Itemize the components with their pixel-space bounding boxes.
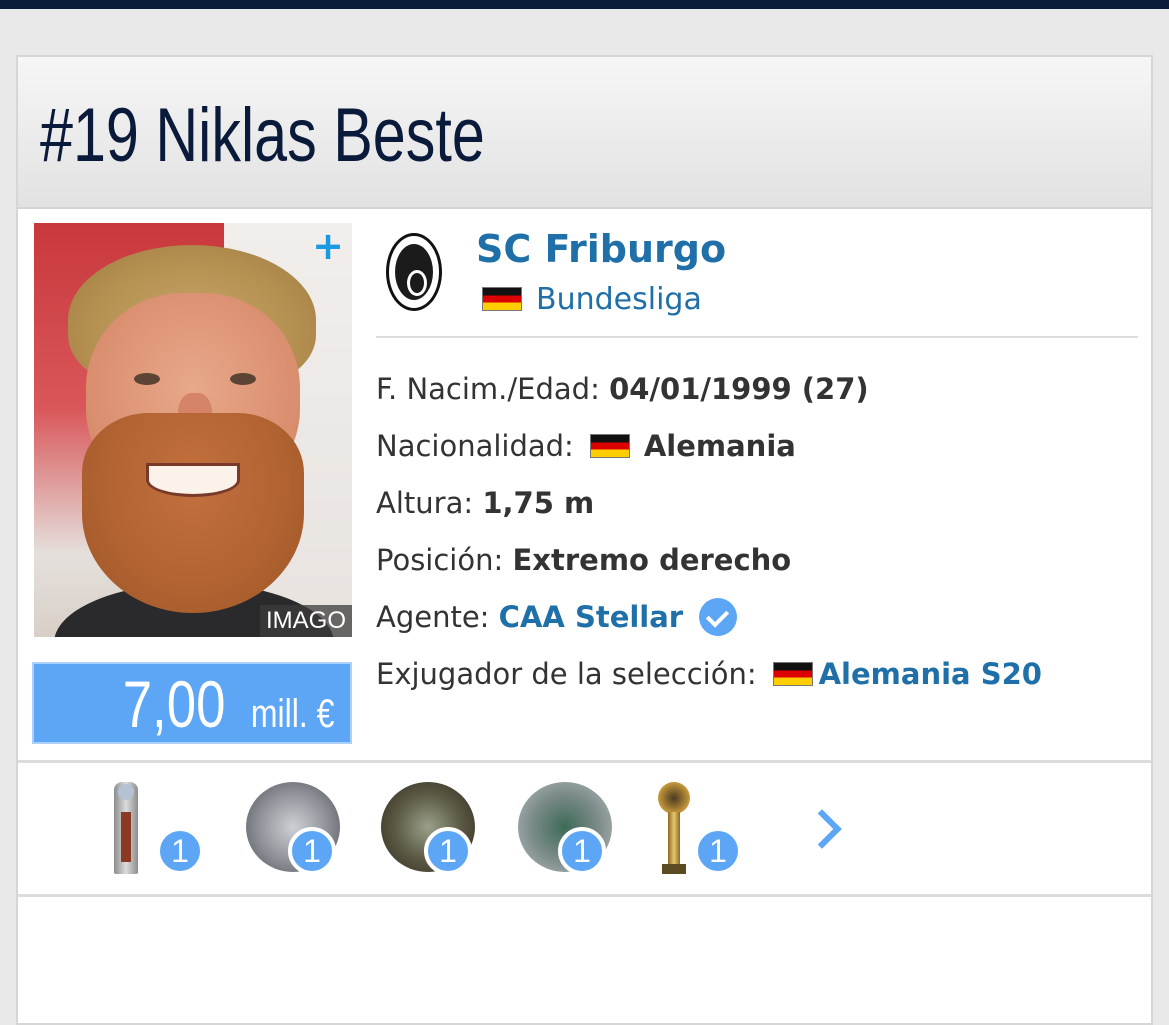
info-national-team: Exjugador de la selección: Alemania S20 [376, 650, 1042, 698]
position-label: Posición: [376, 543, 504, 577]
trophy-count-badge: 1 [558, 827, 606, 875]
divider [18, 760, 1151, 763]
trophy-count-badge: 1 [288, 827, 336, 875]
league-row[interactable]: Bundesliga [482, 279, 702, 319]
birth-label: F. Nacim./Edad: [376, 372, 600, 406]
tall-cup-trophy-icon[interactable] [114, 782, 138, 874]
league-name-link[interactable]: Bundesliga [536, 282, 702, 317]
trophy-count-badge: 1 [694, 827, 742, 875]
market-value-amount: 7,00 [122, 667, 226, 741]
market-value-unit: mill. € [250, 692, 334, 736]
germany-flag-icon [482, 287, 522, 311]
profile-header: #19 Niklas Beste [18, 57, 1151, 209]
verified-check-icon [699, 598, 738, 636]
agent-link[interactable]: CAA Stellar [499, 600, 683, 634]
player-profile-card: #19 Niklas Beste + IMAGO 7,00 mill. € SC… [16, 55, 1153, 1025]
info-agent: Agente: CAA Stellar [376, 593, 738, 641]
info-birth: F. Nacim./Edad: 04/01/1999 (27) [376, 365, 869, 413]
info-height: Altura: 1,75 m [376, 479, 594, 527]
top-navigation-bar [0, 0, 1169, 9]
star-trophy-icon[interactable] [654, 782, 694, 874]
player-title: #19 Niklas Beste [40, 93, 485, 178]
divider [18, 894, 1151, 897]
national-team-label: Exjugador de la selección: [376, 657, 757, 691]
photo-credit: IMAGO [259, 605, 352, 637]
expand-photo-plus-icon[interactable]: + [312, 227, 344, 265]
divider [376, 336, 1138, 338]
nationality-label: Nacionalidad: [376, 429, 574, 463]
position-value: Extremo derecho [512, 543, 792, 577]
club-crest-icon[interactable] [386, 233, 442, 311]
germany-flag-icon [772, 662, 813, 686]
market-value-box[interactable]: 7,00 mill. € [32, 662, 352, 744]
agent-label: Agente: [376, 600, 490, 634]
height-value: 1,75 m [482, 486, 595, 520]
club-name-link[interactable]: SC Friburgo [476, 225, 726, 273]
trophy-count-badge: 1 [156, 827, 204, 875]
info-nationality: Nacionalidad: Alemania [376, 422, 796, 470]
birth-value: 04/01/1999 (27) [609, 372, 869, 406]
info-position: Posición: Extremo derecho [376, 536, 791, 584]
national-team-link[interactable]: Alemania S20 [819, 657, 1042, 691]
height-label: Altura: [376, 486, 474, 520]
player-photo[interactable]: + IMAGO [34, 223, 352, 637]
next-trophies-chevron-icon[interactable] [802, 805, 848, 859]
germany-flag-icon [589, 434, 630, 458]
trophy-count-badge: 1 [424, 827, 472, 875]
nationality-value: Alemania [643, 429, 796, 463]
